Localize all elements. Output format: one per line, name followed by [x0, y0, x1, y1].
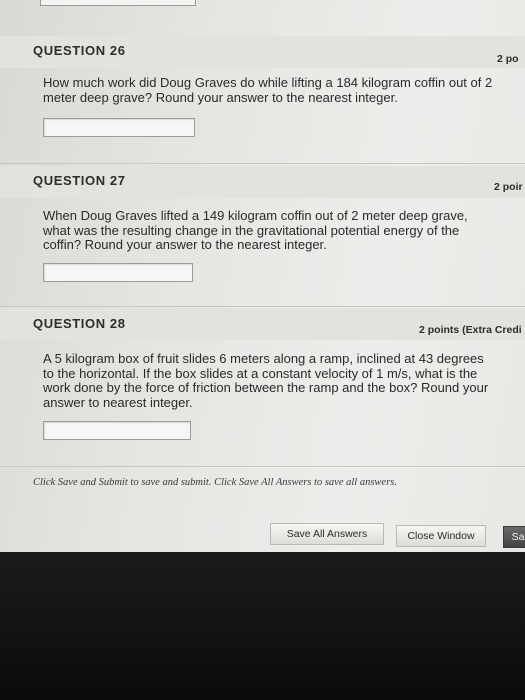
question-26-text: How much work did Doug Graves do while l…	[43, 75, 493, 105]
previous-answer-field[interactable]	[40, 0, 196, 6]
question-27-points: 2 poir	[494, 181, 523, 193]
question-28-text: A 5 kilogram box of fruit slides 6 meter…	[43, 351, 489, 410]
question-28-answer-input[interactable]	[43, 421, 191, 440]
question-26-answer-input[interactable]	[43, 118, 195, 137]
question-26-points: 2 po	[497, 53, 519, 65]
footer-divider	[0, 466, 525, 467]
question-26-title: QUESTION 26	[33, 43, 126, 58]
question-28-points: 2 points (Extra Credi	[419, 324, 522, 336]
question-27-text: When Doug Graves lifted a 149 kilogram c…	[43, 208, 468, 252]
question-27-title: QUESTION 27	[33, 173, 126, 188]
assessment-page: QUESTION 26 2 po How much work did Doug …	[0, 0, 525, 552]
question-divider	[0, 306, 525, 307]
monitor-bezel	[0, 552, 525, 700]
question-27-answer-input[interactable]	[43, 263, 193, 282]
close-window-button[interactable]: Close Window	[396, 525, 486, 547]
question-28-title: QUESTION 28	[33, 316, 126, 331]
save-all-answers-button[interactable]: Save All Answers	[270, 523, 384, 545]
save-and-submit-button[interactable]: Sa	[503, 526, 525, 548]
question-divider	[0, 163, 525, 164]
submit-instructions: Click Save and Submit to save and submit…	[33, 477, 397, 488]
